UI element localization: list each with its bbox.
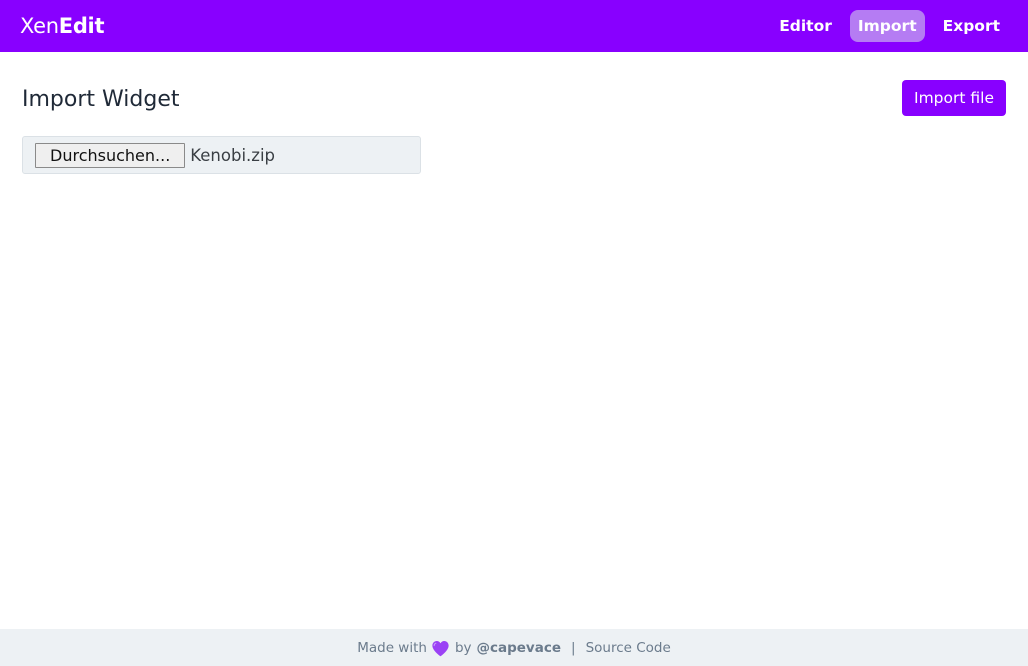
brand-logo[interactable]: Xen Edit — [20, 14, 105, 38]
file-input[interactable]: Durchsuchen... Kenobi.zip — [22, 136, 421, 174]
main-content: Import Widget Import file Durchsuchen...… — [22, 52, 1006, 174]
source-code-link[interactable]: Source Code — [586, 640, 671, 656]
main-nav: Editor Import Export — [771, 10, 1008, 42]
page-title: Import Widget — [22, 86, 180, 112]
nav-editor-link[interactable]: Editor — [771, 10, 840, 42]
page-header: Import Widget Import file — [22, 80, 1006, 116]
app-window: Xen Edit Editor Import Export Import Widg… — [0, 0, 1028, 666]
footer-separator: | — [571, 639, 576, 656]
nav-export-link[interactable]: Export — [935, 10, 1008, 42]
author-link[interactable]: @capevace — [477, 640, 562, 656]
browse-button[interactable]: Durchsuchen... — [35, 142, 186, 168]
purple-heart-icon — [431, 640, 450, 657]
selected-file-name: Kenobi.zip — [190, 145, 276, 165]
brand-name-light: Xen — [20, 14, 59, 38]
brand-name-bold: Edit — [58, 14, 105, 38]
import-file-button[interactable]: Import file — [902, 80, 1006, 116]
nav-import-link[interactable]: Import — [849, 10, 925, 42]
footer: Made with by @capevace | Source Code — [0, 629, 1028, 666]
footer-by: by — [454, 639, 472, 656]
footer-made-with: Made with — [357, 639, 427, 656]
top-navbar: Xen Edit Editor Import Export — [0, 0, 1028, 52]
